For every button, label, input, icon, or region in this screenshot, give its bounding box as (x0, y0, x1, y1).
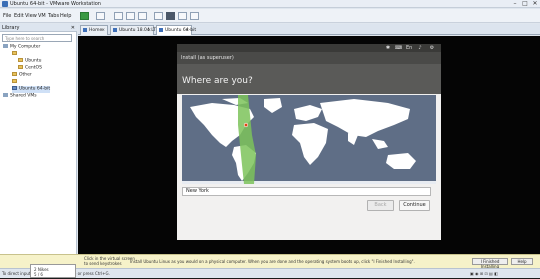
show-library-icon[interactable] (154, 12, 163, 20)
continue-button[interactable]: Continue (399, 200, 430, 211)
tab-close-icon[interactable]: × (185, 26, 189, 35)
menu-file[interactable]: File (3, 9, 11, 23)
page-heading: Where are you? (182, 76, 253, 86)
vm-console[interactable]: ✱ ⌨ En ♪ ⚙ Install (as superuser) Where … (78, 36, 540, 265)
menu-bar: File Edit View VM Tabs Help (0, 9, 540, 23)
power-on-icon[interactable] (80, 12, 89, 20)
ubuntu-installer: Install (as superuser) Where are you? Ne… (177, 52, 441, 240)
revert-snapshot-icon[interactable] (126, 12, 135, 20)
tree-item-my-computer[interactable]: My Computer (3, 44, 40, 51)
minimize-button[interactable]: – (510, 0, 520, 8)
hint-bar: Click in the virtual screen to send keys… (0, 254, 540, 269)
menu-view[interactable]: View (25, 9, 37, 23)
status-bar: To direct input to this VM, click inside… (0, 268, 540, 278)
tab-strip: Home × Ubuntu 18.04 LTS × Ubuntu 64-bit × (78, 24, 540, 35)
keyboard-icon[interactable]: ⌨ (395, 45, 402, 51)
vm-icon (12, 86, 17, 90)
tree-item-folder[interactable] (12, 51, 19, 58)
full-screen-icon[interactable] (178, 12, 187, 20)
send-ctrl-alt-del-icon[interactable] (96, 12, 105, 20)
maximize-button[interactable]: □ (520, 0, 530, 8)
timezone-map[interactable] (182, 95, 436, 184)
menu-edit[interactable]: Edit (14, 9, 24, 23)
library-header: Library ✕ (0, 24, 77, 32)
console-view-icon[interactable] (166, 12, 175, 20)
tab-ubuntu-1804[interactable]: Ubuntu 18.04 LTS × (110, 25, 159, 35)
installer-title: Install (as superuser) (177, 52, 441, 64)
window-title: Ubuntu 64-bit - VMware Workstation (10, 1, 101, 7)
title-bar: Ubuntu 64-bit - VMware Workstation – □ ✕ (0, 0, 540, 8)
vmware-window: Ubuntu 64-bit - VMware Workstation – □ ✕… (0, 0, 540, 278)
shared-vms-icon (3, 93, 8, 97)
installer-header: Where are you? (177, 64, 441, 94)
vmware-app-icon (2, 1, 8, 7)
close-button[interactable]: ✕ (530, 0, 540, 8)
install-hint-message: Install Ubuntu Linux as you would on a p… (130, 259, 415, 264)
menu-tabs[interactable]: Tabs (48, 9, 59, 23)
folder-icon (12, 79, 17, 83)
tab-ubuntu-64[interactable]: Ubuntu 64-bit × (156, 25, 196, 35)
back-button[interactable]: Back (367, 200, 394, 211)
tree-item-shared-vms[interactable]: Shared VMs (3, 93, 37, 100)
snapshot-manager-icon[interactable] (138, 12, 147, 20)
tree-item-ubuntu[interactable]: Ubuntu (18, 58, 41, 65)
tree-item-other[interactable]: Other (12, 72, 32, 79)
tree-item-folder[interactable] (12, 79, 19, 86)
settings-gear-icon[interactable]: ⚙ (429, 45, 435, 51)
city-input[interactable]: New York (182, 187, 431, 196)
folder-icon (18, 58, 23, 62)
menu-help[interactable]: Help (60, 9, 71, 23)
tab-close-icon[interactable]: × (147, 26, 151, 35)
unity-icon[interactable] (190, 12, 199, 20)
tab-close-icon[interactable]: × (101, 26, 105, 35)
folder-icon (12, 51, 17, 55)
i-finished-installing-button[interactable]: I Finished Installing (472, 258, 508, 269)
tree-item-centos[interactable]: CentOS (18, 65, 42, 72)
folder-icon (12, 72, 17, 76)
world-map-graphic (182, 95, 436, 184)
snapshot-icon[interactable] (114, 12, 123, 20)
hint-line2: to send keystrokes (84, 261, 122, 266)
menu-vm[interactable]: VM (38, 9, 46, 23)
computer-icon (3, 44, 8, 48)
notification-popup: 2 Nikes 5 / 6 (30, 264, 76, 278)
popup-line2: 5 / 6 (34, 272, 43, 277)
home-icon (83, 28, 87, 32)
accessibility-icon[interactable]: ✱ (385, 45, 391, 51)
folder-icon (18, 65, 23, 69)
language-icon[interactable]: En (406, 45, 412, 51)
volume-icon[interactable]: ♪ (417, 45, 423, 51)
library-panel: Library ✕ Type here to search My Compute… (0, 24, 77, 254)
vm-tab-icon (159, 28, 163, 32)
library-search-input[interactable]: Type here to search (2, 34, 72, 42)
tab-home[interactable]: Home × (80, 25, 108, 35)
ubuntu-top-panel: ✱ ⌨ En ♪ ⚙ (177, 44, 441, 52)
library-close-icon[interactable]: ✕ (71, 24, 75, 32)
tree-item-ubuntu-64[interactable]: Ubuntu 64-bit (12, 86, 51, 93)
help-button[interactable]: Help (511, 258, 533, 265)
library-title: Library (2, 25, 20, 31)
vm-tab-icon (113, 28, 117, 32)
